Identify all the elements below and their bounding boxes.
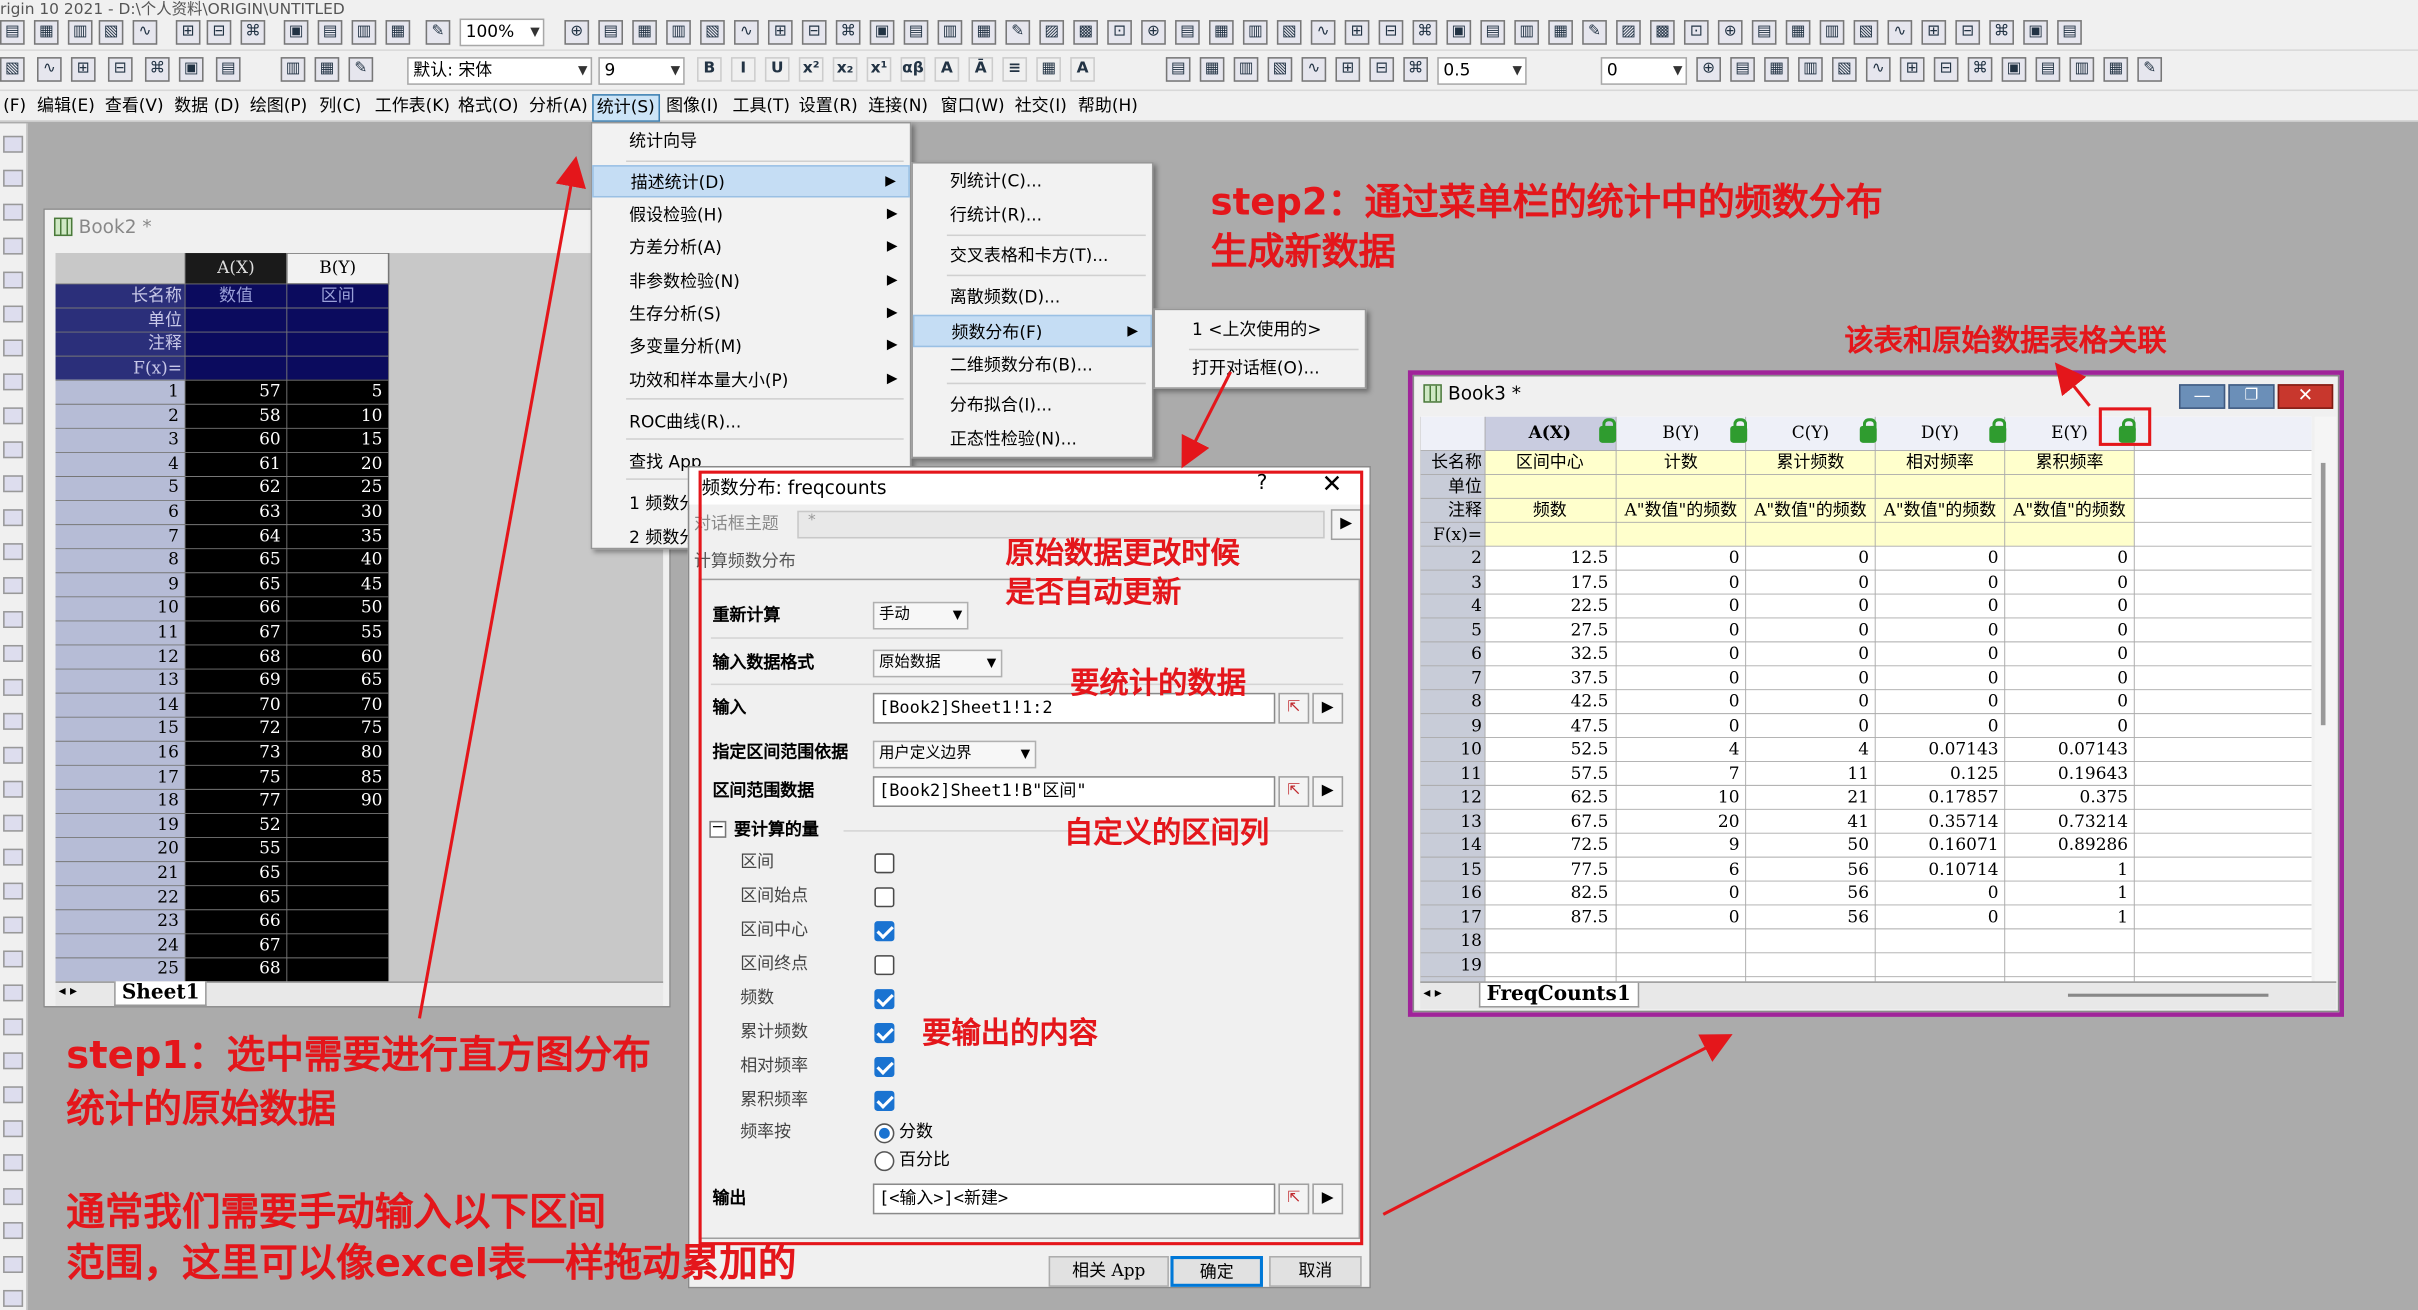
annotation-custom-bins: 自定义的区间列 (1064, 816, 1270, 851)
arrow-step1 (417, 155, 586, 1019)
annotation-arrows (417, 155, 2091, 1216)
annotation-step2-line1: step2：通过菜单栏的统计中的频数分布 (1210, 180, 1883, 224)
annotation-auto-update-2: 是否自动更新 (1005, 575, 1182, 610)
annotation-output-content: 要输出的内容 (922, 1016, 1098, 1051)
arrow-lock (2054, 362, 2091, 407)
annotation-note-line1: 通常我们需要手动输入以下区间 (66, 1189, 607, 1235)
annotation-auto-update-1: 原始数据更改时候 (1005, 536, 1240, 571)
annotation-step1-line1: step1：选中需要进行直方图分布 (66, 1032, 651, 1078)
annotation-data-to-stat: 要统计的数据 (1070, 666, 1247, 701)
annotation-linked: 该表和原始数据表格关联 (1844, 324, 2167, 358)
annotation-step2-line2: 生成新数据 (1210, 229, 1396, 274)
annotation-step1-line2: 统计的原始数据 (66, 1086, 337, 1132)
arrow-output (1382, 1034, 1733, 1216)
annotation-note-line2: 范围，这里可以像excel表一样拖动累加的 (66, 1240, 797, 1286)
origin-screen: rigin 10 2021 - D:\个人资料\ORIGIN\UNTITLED … (0, 0, 2418, 1310)
arrow-dialog (1181, 371, 1232, 469)
